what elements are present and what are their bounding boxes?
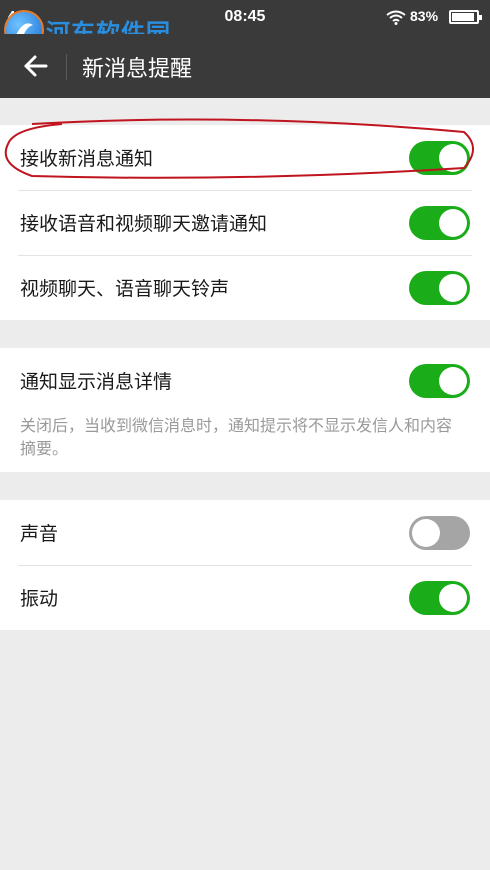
toggle-knob bbox=[439, 209, 467, 237]
detail-group: 通知显示消息详情 关闭后，当收到微信消息时，通知提示将不显示发信人和内容摘要。 bbox=[0, 348, 490, 472]
setting-row-voice-video-invite: 接收语音和视频聊天邀请通知 bbox=[0, 190, 490, 255]
setting-label: 声音 bbox=[20, 523, 59, 545]
toggle-show-details[interactable] bbox=[409, 364, 470, 398]
toggle-knob bbox=[412, 519, 440, 547]
setting-label: 振动 bbox=[20, 588, 59, 610]
toggle-voice-video-invite[interactable] bbox=[409, 206, 470, 240]
toggle-knob bbox=[439, 367, 467, 395]
back-arrow-icon bbox=[24, 55, 48, 77]
toggle-knob bbox=[439, 584, 467, 612]
notification-group: 接收新消息通知 接收语音和视频聊天邀请通知 视频聊天、语音聊天铃声 bbox=[0, 125, 490, 320]
setting-row-vibrate: 振动 bbox=[0, 565, 490, 630]
toggle-knob bbox=[439, 274, 467, 302]
setting-label: 接收新消息通知 bbox=[20, 148, 154, 170]
title-divider bbox=[66, 54, 67, 80]
setting-row-sound: 声音 bbox=[0, 500, 490, 565]
setting-row-receive-new-messages: 接收新消息通知 bbox=[0, 125, 490, 190]
title-bar: 新消息提醒 bbox=[0, 34, 490, 98]
battery-fill bbox=[452, 13, 474, 21]
sound-group: 声音 振动 bbox=[0, 500, 490, 630]
setting-description: 关闭后，当收到微信消息时，通知提示将不显示发信人和内容摘要。 bbox=[20, 416, 453, 458]
battery-percent: 83% bbox=[410, 8, 439, 24]
setting-label: 接收语音和视频聊天邀请通知 bbox=[20, 213, 268, 235]
wifi-icon bbox=[386, 10, 406, 29]
toggle-call-ringtone[interactable] bbox=[409, 271, 470, 305]
setting-label: 通知显示消息详情 bbox=[20, 371, 173, 393]
setting-row-call-ringtone: 视频聊天、语音聊天铃声 bbox=[0, 255, 490, 320]
back-button[interactable] bbox=[18, 48, 52, 84]
setting-label: 视频聊天、语音聊天铃声 bbox=[20, 278, 230, 300]
toggle-receive-new-messages[interactable] bbox=[409, 141, 470, 175]
page-title: 新消息提醒 bbox=[82, 57, 193, 82]
toggle-vibrate[interactable] bbox=[409, 581, 470, 615]
battery-icon bbox=[449, 10, 482, 24]
setting-row-show-details: 通知显示消息详情 bbox=[0, 348, 490, 413]
toggle-knob bbox=[439, 144, 467, 172]
toggle-sound[interactable] bbox=[409, 516, 470, 550]
